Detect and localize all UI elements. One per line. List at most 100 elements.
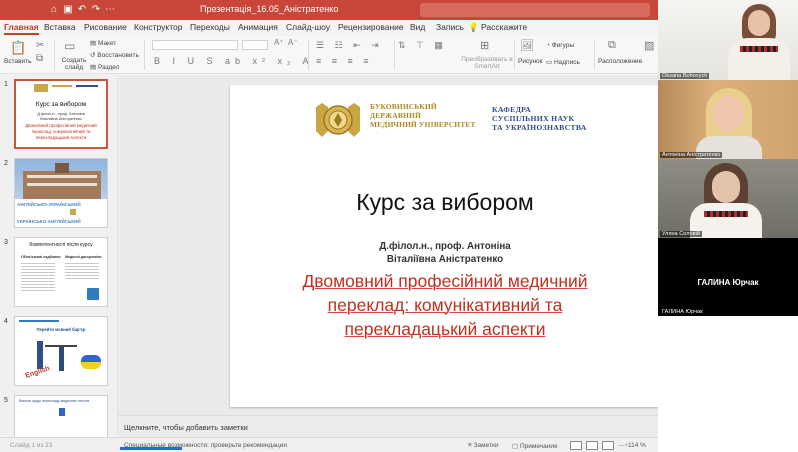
textbox-button[interactable]: ▭ Надпись [546, 58, 580, 66]
department-name: КАФЕДРА СУСПІЛЬНИХ НАУК ТА УКРАЇНОЗНАВСТ… [492, 105, 587, 132]
ukraine-map-top [81, 355, 101, 362]
powerpoint-window: ⌂ ▣ ↶ ↷ ⋯ Презентація_16.05_Аністратенко… [0, 0, 658, 452]
ribbon-divider [514, 40, 515, 70]
author-line[interactable]: Віталіївна Аністратенко [230, 254, 658, 265]
participant-tile[interactable]: Антоніна Аністратенко [658, 80, 798, 159]
tab-draw[interactable]: Рисование [84, 22, 127, 32]
building-photo [15, 159, 107, 199]
tab-review[interactable]: Рецензирование [338, 22, 404, 32]
university-seal-icon [316, 103, 360, 137]
save-icon[interactable]: ▣ [62, 4, 74, 16]
new-slide-icon[interactable]: ▭ [64, 39, 75, 53]
paste-button[interactable]: Вставить [4, 58, 32, 65]
new-slide-button[interactable]: Создать слайд [60, 57, 88, 71]
tab-view[interactable]: Вид [410, 22, 425, 32]
thumbnail-text: УКРАЇНСЬКО-АНГЛІЙСЬКИЙ [17, 219, 81, 224]
logo-mini [70, 209, 76, 215]
emblem-icon [59, 408, 65, 416]
thumbnail-slide-2[interactable]: АНГЛІЙСЬКО-УКРАЇНСЬКИЙ УКРАЇНСЬКО-АНГЛІЙ… [14, 158, 108, 228]
participant-face [748, 10, 770, 36]
search-box[interactable] [420, 3, 650, 17]
tab-home[interactable]: Главная [4, 22, 39, 35]
font-size-select[interactable] [242, 40, 268, 50]
participant-face [712, 171, 740, 203]
logo-mini [34, 84, 48, 92]
thumbnail-text: Віталіївна Аністратенко [40, 117, 82, 121]
person-figure [59, 347, 64, 371]
slide-title[interactable]: Курс за вибором [230, 189, 658, 216]
thumbnail-number: 3 [4, 239, 8, 246]
layout-label: Макет [97, 40, 117, 47]
book-icon [87, 288, 99, 300]
slide-editor[interactable]: БУКОВИНСЬКИЙ ДЕРЖАВНИЙ МЕДИЧНИЙ УНІВЕРСИ… [118, 75, 658, 415]
smartart-icon[interactable]: ⊞ [480, 39, 489, 52]
thumbnail-slide-1[interactable]: Курс за вибором Д.філол.н., проф. Антоні… [14, 79, 108, 149]
comments-toggle-label: Примечания [519, 443, 558, 450]
participant-tile[interactable]: Oksana Bohovych [658, 0, 798, 80]
paste-icon[interactable]: 📋 [10, 40, 26, 56]
thumbnail-number: 5 [4, 397, 8, 404]
text-direction-icons[interactable]: ⇅ ⊤ ▦ [398, 40, 447, 51]
zoom-slider[interactable]: —+ [618, 442, 628, 449]
participant-name: ГАЛИНА Юрчак [662, 309, 703, 315]
topic-line[interactable]: переклад: комунікативний та [230, 295, 658, 316]
participant-tile[interactable]: Уляна Соловій [658, 159, 798, 238]
slide-counter: Слайд 1 из 23 [10, 442, 53, 449]
video-participants-panel: Oksana Bohovych Антоніна Аністратенко Ул… [658, 0, 798, 452]
topic-line[interactable]: перекладацький аспекти [230, 319, 658, 340]
zoom-level[interactable]: 114 % [628, 442, 646, 449]
notes-placeholder: Щелкните, чтобы добавить заметки [124, 423, 248, 432]
cut-icon[interactable]: ✂ [36, 40, 44, 51]
layout-button[interactable]: ▤ Макет [90, 39, 116, 47]
reset-label: Восстановить [97, 52, 139, 59]
font-family-select[interactable] [152, 40, 238, 50]
tab-design[interactable]: Конструктор [134, 22, 182, 32]
grow-font-icon[interactable]: A⁺ [274, 38, 284, 47]
shapes-label: Фигуры [551, 42, 575, 49]
person-figure [37, 341, 43, 369]
slide-thumbnails-pane[interactable]: 1 Курс за вибором Д.філол.н., проф. Анто… [0, 75, 118, 452]
section-button[interactable]: ▤ Раздел [90, 63, 119, 71]
participant-tile[interactable]: ГАЛИНА Юрчак ГАЛИНА Юрчак [658, 238, 798, 316]
quick-styles-icon[interactable]: ▨ [644, 39, 654, 52]
tab-tell-me[interactable]: 💡 Расскажите [468, 22, 527, 33]
tab-transitions[interactable]: Переходы [190, 22, 230, 32]
slide-canvas[interactable]: БУКОВИНСЬКИЙ ДЕРЖАВНИЙ МЕДИЧНИЙ УНІВЕРСИ… [230, 85, 658, 407]
reading-view-button[interactable] [602, 441, 614, 450]
thumbnail-slide-3[interactable]: Компетентності після курсу Обов'язкові н… [14, 237, 108, 307]
align-icons[interactable]: ≡ ≡ ≡ ≡ [316, 56, 373, 66]
sorter-view-button[interactable] [586, 441, 598, 450]
thumbnail-text: Двомовний професійний медичний [25, 123, 97, 128]
smartart-button[interactable]: Преобразовать в SmartArt [456, 56, 518, 70]
shapes-button[interactable]: ◔ Фигуры [546, 42, 574, 49]
arrange-button[interactable]: Расположение [598, 58, 642, 65]
author-line[interactable]: Д.філол.н., проф. Антоніна [230, 241, 658, 252]
tab-animation[interactable]: Анимация [238, 22, 278, 32]
redo-icon[interactable]: ↷ [90, 4, 102, 16]
text-format-icons[interactable]: B I U S ab x² x₂ A [154, 56, 314, 66]
ribbon-divider [54, 40, 55, 70]
arrange-icon[interactable]: ⧉ [608, 39, 616, 52]
home-icon[interactable]: ⌂ [48, 4, 60, 16]
comments-toggle[interactable]: ▢ Примечания [512, 442, 557, 450]
list-icons[interactable]: ☰ ☷ ⇤ ⇥ [316, 40, 383, 51]
ribbon-divider [308, 40, 309, 70]
tab-record[interactable]: Запись [436, 22, 464, 32]
tab-insert[interactable]: Вставка [44, 22, 76, 32]
copy-icon[interactable]: ⧉ [36, 53, 43, 64]
more-icon[interactable]: ⋯ [104, 4, 116, 16]
progress-indicator [120, 447, 182, 450]
normal-view-button[interactable] [570, 441, 582, 450]
shrink-font-icon[interactable]: A⁻ [288, 38, 298, 47]
notes-pane[interactable]: Щелкните, чтобы добавить заметки [118, 415, 658, 437]
status-bar: Слайд 1 из 23 Специальные возможности: п… [0, 437, 658, 452]
picture-icon[interactable]: 🖼 [520, 39, 534, 52]
topic-line[interactable]: Двомовний професійний медичний [230, 271, 658, 292]
reset-button[interactable]: ↺ Восстановить [90, 51, 139, 59]
notes-toggle[interactable]: ≡ Заметки [468, 442, 498, 449]
undo-icon[interactable]: ↶ [76, 4, 88, 16]
picture-button[interactable]: Рисунок [518, 58, 543, 65]
participant-name: Уляна Соловій [660, 231, 703, 237]
thumbnail-slide-4[interactable]: Перейти мовний бар'єр English [14, 316, 108, 386]
tab-slideshow[interactable]: Слайд-шоу [286, 22, 330, 32]
